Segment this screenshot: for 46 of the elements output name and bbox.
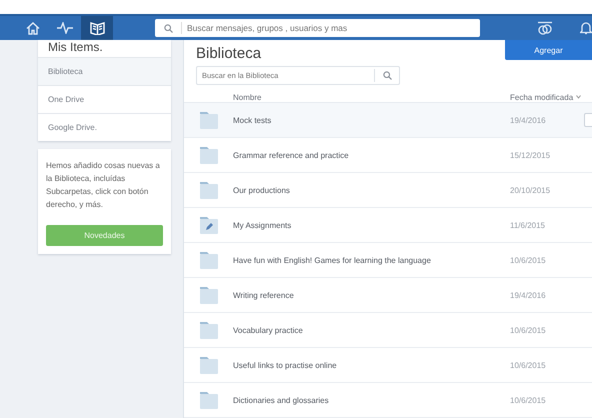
file-row[interactable]: Mock tests 19/4/2016 xyxy=(184,103,592,138)
file-name: Dictionaries and glossaries xyxy=(233,396,330,404)
pulse-icon xyxy=(57,22,73,34)
sort-caret-icon xyxy=(576,95,582,99)
modified-date: 19/4/2016 xyxy=(510,116,547,124)
file-name: My Assignments xyxy=(233,220,292,230)
folder-icon xyxy=(200,321,218,339)
folder-icon xyxy=(200,181,218,199)
folder-icon xyxy=(200,356,218,374)
modified-date: 11/6/2015 xyxy=(510,220,546,230)
folder-icon xyxy=(200,111,218,129)
file-name: Vocabulary practice xyxy=(233,326,304,334)
modified-date: 10/6/2015 xyxy=(510,326,547,334)
folder-icon xyxy=(200,146,218,164)
sidebar-item[interactable]: Biblioteca xyxy=(38,57,171,85)
notice-text: Hemos añadido cosas nuevas a la Biblioteca, incluídas Subcarpetas, click con botón derecho, y más. xyxy=(46,160,161,211)
sidebar-item[interactable]: Google Drive. xyxy=(38,113,171,141)
folder-icon xyxy=(200,391,218,409)
folder-icon xyxy=(200,251,218,269)
file-name: Grammar reference and practice xyxy=(233,150,350,160)
book-icon xyxy=(90,21,104,35)
add-button[interactable]: Agregar xyxy=(505,40,592,60)
nav-button[interactable] xyxy=(81,16,113,40)
home-icon xyxy=(26,22,40,34)
bell-icon[interactable] xyxy=(580,21,592,35)
file-name: Mock tests xyxy=(233,116,272,124)
modified-date: 10/6/2015 xyxy=(510,256,547,264)
modified-date: 19/4/2016 xyxy=(510,290,547,300)
modified-date: 15/12/2015 xyxy=(510,150,552,160)
column-header[interactable]: Fecha modificada xyxy=(510,92,592,102)
folder-pencil-icon xyxy=(200,216,218,234)
modified-date: 10/6/2015 xyxy=(510,396,547,404)
file-name: Useful links to practise online xyxy=(233,360,338,370)
column-header[interactable]: Nombre xyxy=(233,92,510,102)
modified-date: 10/6/2015 xyxy=(510,360,547,370)
search-icon xyxy=(164,24,172,32)
search-field[interactable]: Buscar mensajes, grupos , usuarios y mas xyxy=(155,19,480,37)
file-name: Writing reference xyxy=(233,290,295,300)
modified-date: 20/10/2015 xyxy=(510,186,552,194)
page-title: Biblioteca xyxy=(196,45,262,62)
search-icon xyxy=(382,71,392,80)
file-name: Our productions xyxy=(233,186,291,194)
sidebar-item[interactable]: One Drive xyxy=(38,85,171,113)
folder-icon xyxy=(200,286,218,304)
file-name: Have fun with English! Games for learning the language xyxy=(233,256,432,264)
sidebar-title: Mis Items. xyxy=(47,40,104,56)
